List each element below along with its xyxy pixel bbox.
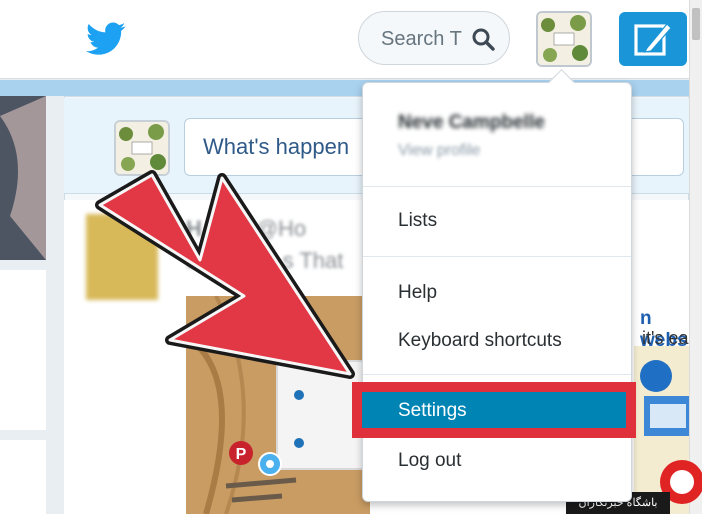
search-icon[interactable] [471,27,495,51]
menu-divider [363,374,631,375]
avatar-image [538,13,590,65]
search-input[interactable]: Search T [381,28,462,51]
svg-text:P: P [236,446,247,463]
menu-item-help[interactable]: Help [398,282,437,304]
tweet-author-name[interactable]: H ator [186,216,250,241]
menu-item-keyboard-shortcuts[interactable]: Keyboard shortcuts [398,330,562,352]
twitter-bird-icon[interactable] [86,22,126,56]
menu-item-logout[interactable]: Log out [398,450,461,472]
compose-tweet-button[interactable] [619,12,687,66]
wireframe-dot [294,438,304,448]
pinterest-icon: P [229,441,253,465]
tweet-author-handle: @Ho [255,216,307,241]
top-bar: Search T [0,0,702,79]
scrollbar-thumb[interactable] [692,8,700,40]
tweet-author-avatar[interactable] [86,214,158,300]
left-trends-card [0,270,46,430]
composer-avatar [114,120,170,176]
menu-divider [363,256,631,257]
tweet-text: th Your C s That [186,248,344,273]
menu-item-settings-label[interactable]: Settings [398,400,467,422]
profile-avatar-button[interactable] [536,11,592,67]
left-profile-card [0,96,46,260]
composer-avatar-image [116,122,168,174]
menu-item-lists[interactable]: Lists [398,210,437,232]
left-footer-card [0,440,46,514]
twitter-share-icon [258,452,282,476]
menu-divider [363,186,631,187]
profile-name[interactable]: Neve Campbelle [398,112,545,134]
scrollbar[interactable] [689,0,702,514]
wireframe-dot [294,390,304,400]
left-card-image [0,96,46,260]
compose-placeholder: What's happen [203,134,350,159]
view-profile-link[interactable]: View profile [398,142,480,160]
search-box[interactable]: Search T [358,11,510,65]
tweet-author[interactable]: H ator @Ho [186,216,306,242]
compose-tweet-icon [634,23,672,56]
